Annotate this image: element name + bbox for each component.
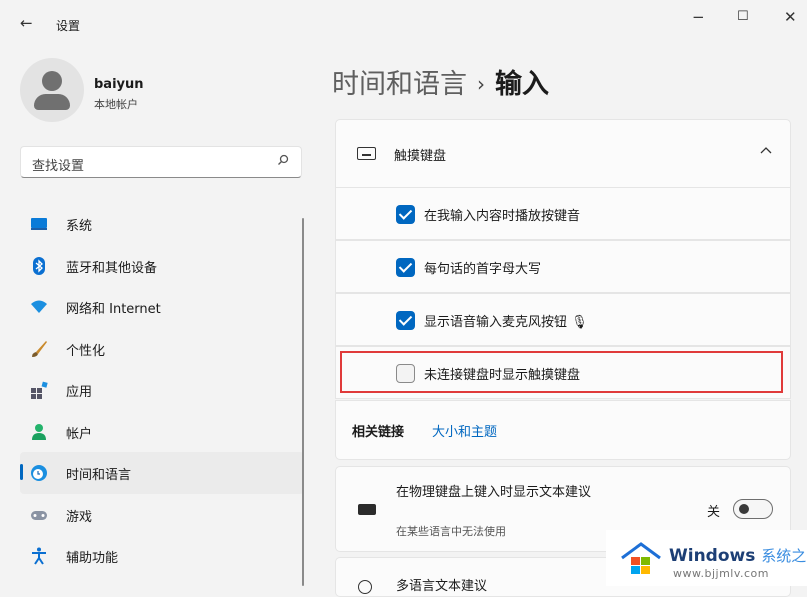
apps-icon [31,381,48,399]
voice-button-checkbox[interactable] [396,311,415,330]
sidebar-item-label: 应用 [66,385,93,400]
bluetooth-icon [33,256,45,275]
section-title: 触摸键盘 [394,149,447,164]
search-input[interactable]: 查找设置 [20,146,302,178]
sidebar-item-accounts[interactable]: 帐户 [20,411,304,453]
highlight-box [340,351,783,393]
option-label: 在我输入内容时播放按键音 [424,209,581,224]
account-type: 本地帐户 [94,98,138,111]
setting-title: 多语言文本建议 [396,579,488,594]
sidebar-item-gaming[interactable]: 游戏 [20,494,304,536]
sidebar-item-label: 帐户 [66,426,93,442]
user-name: baiyun [94,77,144,92]
sidebar-item-personalization[interactable]: 个性化 [20,328,304,370]
active-indicator [20,464,23,480]
related-links-label: 相关链接 [352,425,405,440]
option-row: 在我输入内容时播放按键音 [335,187,791,240]
setting-title: 在物理键盘上键入时显示文本建议 [396,485,592,500]
wifi-icon [31,300,47,313]
system-icon [31,218,47,230]
globe-icon [358,580,372,594]
close-button[interactable]: ✕ [784,8,797,26]
size-theme-link[interactable]: 大小和主题 [432,421,497,440]
sidebar-item-accessibility[interactable]: 辅助功能 [20,535,304,577]
sidebar-item-network[interactable]: 网络和 Internet [20,286,304,328]
related-links: 相关链接 大小和主题 [335,400,791,460]
watermark-url: www.bjjmlv.com [673,567,769,580]
app-title: 设置 [56,19,81,33]
option-row: 每句话的首字母大写 [335,240,791,293]
search-placeholder: 查找设置 [32,159,85,174]
keyboard-icon [358,504,376,515]
minimize-button[interactable]: − [692,8,705,26]
watermark-brand: Windows 系统之家 [669,546,807,566]
option-label: 每句话的首字母大写 [424,262,542,277]
account-icon [32,423,46,440]
text-suggestions-toggle[interactable] [733,499,773,519]
sidebar-item-bluetooth[interactable]: 蓝牙和其他设备 [20,245,304,287]
sidebar-item-label: 蓝牙和其他设备 [66,260,158,276]
sidebar-item-label: 网络和 Internet [66,302,161,317]
capitalize-checkbox[interactable] [396,258,415,277]
sidebar-scrollbar[interactable] [302,218,304,586]
breadcrumb: 时间和语言 › 输入 [332,62,549,101]
breadcrumb-parent[interactable]: 时间和语言 [332,69,467,100]
sidebar-nav: 系统 蓝牙和其他设备 网络和 Internet 个性化 应用 帐户 时间和语言 … [20,203,304,577]
option-row: 显示语音输入麦克风按钮 🎙 [335,293,791,346]
back-arrow-icon[interactable]: ← [20,14,33,32]
toggle-state-label: 关 [707,505,721,520]
house-logo-icon [621,542,661,574]
search-icon [277,154,289,170]
sidebar-item-apps[interactable]: 应用 [20,369,304,411]
sidebar-item-label: 时间和语言 [66,468,132,483]
key-sound-checkbox[interactable] [396,205,415,224]
sidebar-item-system[interactable]: 系统 [20,203,304,245]
chevron-up-icon[interactable] [760,142,772,158]
touch-keyboard-section-header[interactable]: 触摸键盘 [335,119,791,188]
sidebar-item-label: 系统 [66,219,93,234]
maximize-button[interactable]: ☐ [737,9,749,24]
keyboard-icon [357,147,376,160]
sidebar-item-label: 辅助功能 [66,551,119,566]
breadcrumb-separator: › [477,72,485,96]
gaming-icon [31,510,47,520]
page-title: 输入 [495,69,549,100]
watermark: Windows 系统之家 www.bjjmlv.com [606,530,807,586]
sidebar-item-time-language[interactable]: 时间和语言 [20,452,304,494]
time-language-icon [31,465,47,481]
option-label: 显示语音输入麦克风按钮 🎙 [424,315,588,330]
title-bar: ← 设置 − ☐ ✕ [0,0,807,46]
avatar [20,58,84,122]
sidebar-item-label: 个性化 [66,343,106,359]
setting-subtitle: 在某些语言中无法使用 [396,525,506,538]
brush-icon [32,340,47,357]
accessibility-icon [32,547,46,565]
sidebar-item-label: 游戏 [66,509,93,525]
